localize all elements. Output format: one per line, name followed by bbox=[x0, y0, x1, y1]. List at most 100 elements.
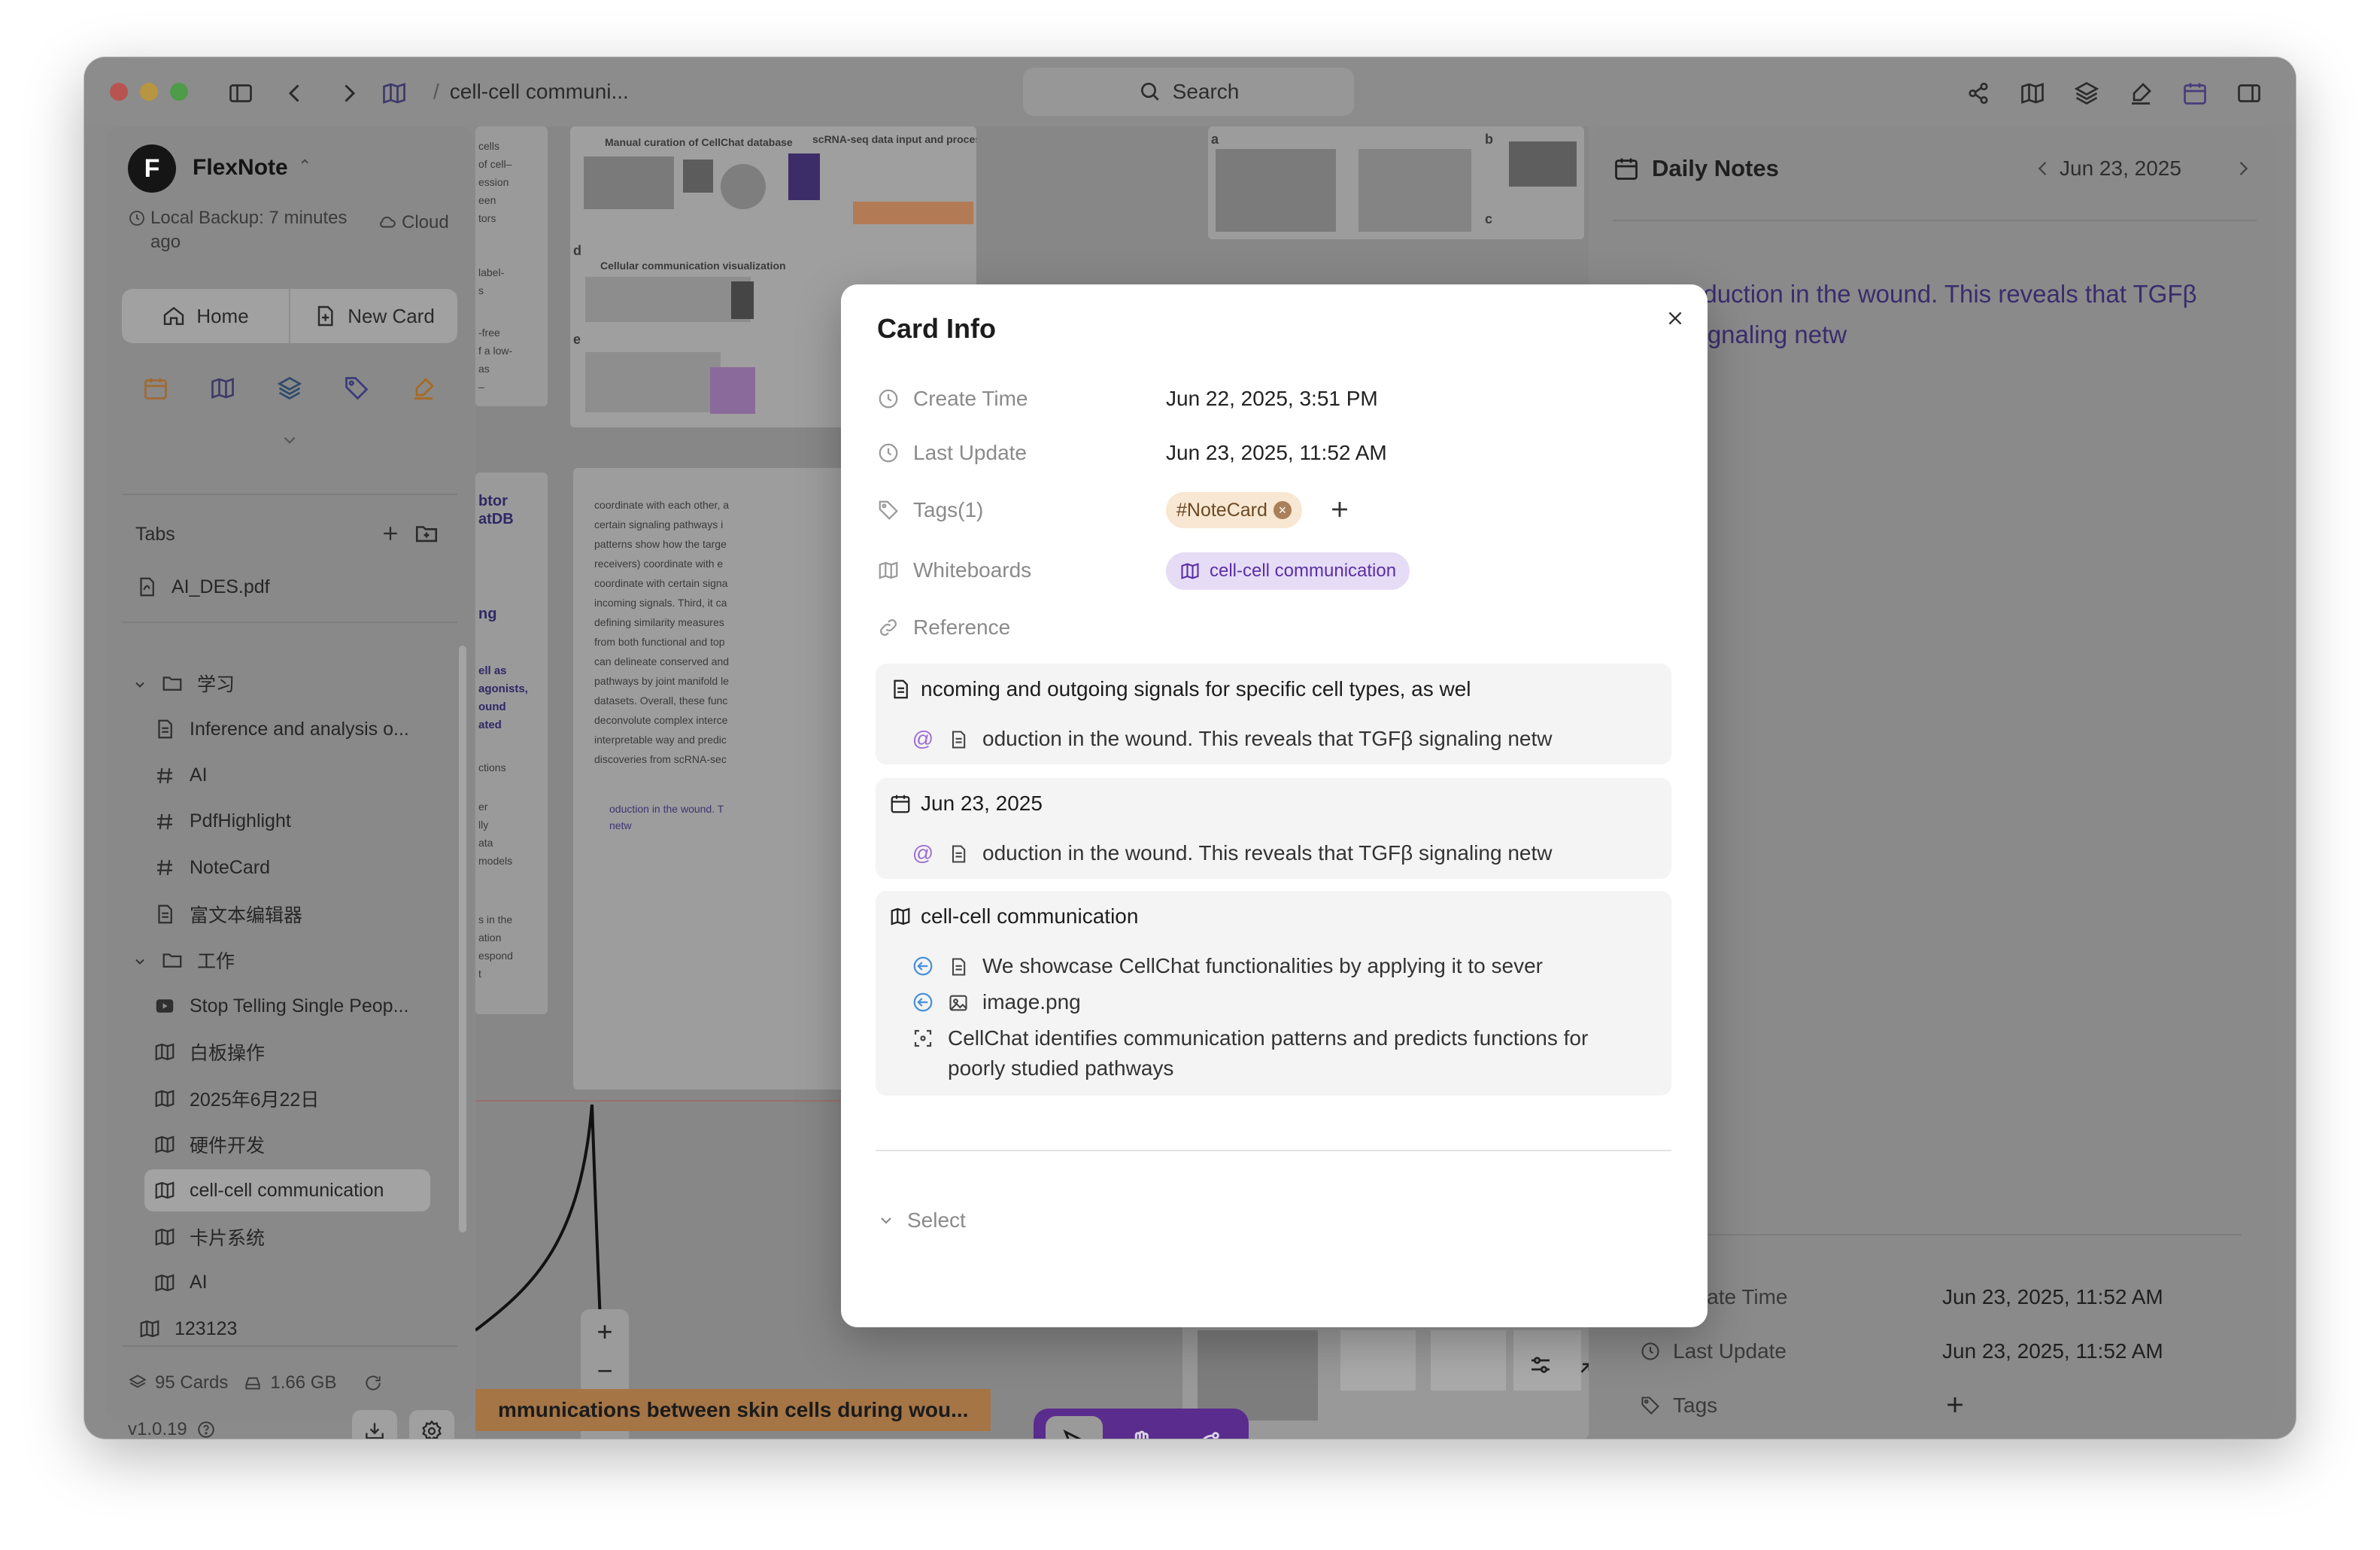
sidebar-tree-item[interactable]: 2025年6月22日 bbox=[153, 1077, 319, 1120]
sidebar-folder[interactable]: 学习 bbox=[132, 662, 235, 704]
right-panel-toggle-icon[interactable] bbox=[2236, 80, 2263, 107]
map-icon[interactable] bbox=[2019, 80, 2046, 107]
zoom-in-button[interactable]: + bbox=[591, 1316, 618, 1347]
zoom-out-button[interactable]: − bbox=[591, 1355, 618, 1386]
select-dropdown[interactable]: Select bbox=[877, 1208, 966, 1232]
canvas-text-card[interactable]: coordinate with each other, a certain sig… bbox=[573, 468, 852, 1090]
sidebar-tree-item[interactable]: 富文本编辑器 bbox=[153, 893, 302, 935]
tags-label-text: Tags(1) bbox=[913, 498, 984, 521]
whiteboards-label: Whiteboards bbox=[877, 558, 1031, 582]
chevron-down-icon[interactable] bbox=[132, 676, 147, 691]
canvas-side-text-line: btor bbox=[478, 493, 508, 509]
chevron-right-icon[interactable] bbox=[2233, 158, 2254, 179]
layers-icon[interactable] bbox=[276, 375, 303, 402]
breadcrumb: / cell-cell communi... bbox=[423, 80, 629, 104]
collapse-icon[interactable] bbox=[1578, 1348, 1589, 1375]
reference-item[interactable]: image.png bbox=[912, 987, 1081, 1017]
hand-tool-button[interactable] bbox=[1113, 1416, 1170, 1439]
add-tag-icon[interactable] bbox=[1327, 497, 1352, 522]
reference-group[interactable]: Jun 23, 2025 @ oduction in the wound. This… bbox=[876, 778, 1671, 879]
open-tab-item[interactable]: AI_DES.pdf bbox=[135, 566, 270, 608]
chevron-left-icon[interactable] bbox=[2032, 158, 2054, 179]
tag-icon bbox=[879, 500, 898, 520]
figure-network bbox=[1216, 149, 1336, 232]
figure-thumbnail-top-right[interactable]: a b c bbox=[1208, 126, 1584, 239]
create-time-value: Jun 22, 2025, 3:51 PM bbox=[1166, 387, 1378, 410]
cloud-status[interactable]: Cloud bbox=[378, 212, 449, 233]
breadcrumb-current[interactable]: cell-cell communi... bbox=[450, 80, 629, 103]
daily-note-link[interactable]: oduction in the wound. This reveals that… bbox=[1689, 274, 2246, 355]
close-dialog-button[interactable] bbox=[1661, 304, 1689, 333]
reference-group[interactable]: cell-cell communication We showcase CellC… bbox=[876, 891, 1671, 1096]
sidebar-tree-item[interactable]: AI bbox=[153, 755, 208, 797]
canvas-side-text-block: er lly ata models bbox=[478, 798, 512, 870]
canvas-text-line: datasets. Overall, these func bbox=[594, 694, 728, 707]
sidebar-tree-item[interactable]: NoteCard bbox=[153, 846, 270, 889]
sidebar-tree-item[interactable]: 卡片系统 bbox=[153, 1216, 265, 1258]
sidebar-folder[interactable]: 工作 bbox=[132, 939, 235, 981]
new-card-button[interactable]: New Card bbox=[290, 289, 457, 343]
home-button[interactable]: Home bbox=[122, 289, 290, 343]
reference-item[interactable]: CellChat identifies communication patter… bbox=[912, 1023, 1649, 1083]
sidebar-tree-label: 白板操作 bbox=[190, 1043, 266, 1065]
sidebar-tree-item[interactable]: PdfHighlight bbox=[153, 801, 291, 843]
reference-title[interactable]: Jun 23, 2025 bbox=[889, 792, 1043, 816]
reference-item[interactable]: @ oduction in the wound. This reveals tha… bbox=[912, 724, 1553, 754]
sidebar-toggle-icon[interactable] bbox=[227, 80, 254, 107]
whiteboard-chip[interactable]: cell-cell communication bbox=[1166, 552, 1410, 590]
help-icon[interactable] bbox=[196, 1420, 216, 1439]
highlighter-icon[interactable] bbox=[2127, 80, 2154, 107]
sidebar-tree-item[interactable]: AI bbox=[153, 1262, 208, 1304]
sidebar-tree-item[interactable]: 123123 bbox=[138, 1308, 237, 1350]
share-icon[interactable] bbox=[1965, 80, 1992, 107]
lock-button[interactable] bbox=[591, 1434, 618, 1439]
search-box[interactable]: Search bbox=[1023, 68, 1354, 116]
sidebar-scrollbar[interactable] bbox=[459, 646, 466, 1232]
sidebar-tree-item[interactable]: 白板操作 bbox=[153, 1031, 265, 1073]
clock-icon bbox=[1640, 1341, 1661, 1362]
add-tag-icon[interactable] bbox=[1942, 1392, 1968, 1418]
figure-block bbox=[584, 157, 674, 209]
tag-icon[interactable] bbox=[343, 375, 370, 402]
reference-item[interactable]: We showcase CellChat functionalities by … bbox=[912, 951, 1543, 981]
sidebar-tree-item[interactable]: cell-cell communication bbox=[144, 1169, 430, 1212]
layers-icon[interactable] bbox=[2073, 80, 2100, 107]
import-button[interactable] bbox=[352, 1410, 397, 1439]
reference-title[interactable]: cell-cell communication bbox=[889, 904, 1138, 928]
breadcrumb-separator: / bbox=[433, 80, 439, 103]
sidebar-tree-item[interactable]: Stop Telling Single Peop... bbox=[153, 985, 408, 1027]
remove-tag-icon[interactable]: × bbox=[1273, 501, 1292, 519]
property-label-text: Tags bbox=[1673, 1393, 1718, 1417]
reference-item[interactable]: @ oduction in the wound. This reveals tha… bbox=[912, 838, 1553, 868]
connector-tool-button[interactable] bbox=[1179, 1416, 1237, 1439]
close-window-button[interactable] bbox=[110, 83, 128, 101]
sliders-icon[interactable] bbox=[1527, 1351, 1554, 1378]
chevron-down-icon[interactable] bbox=[280, 430, 299, 450]
refresh-icon[interactable] bbox=[363, 1373, 383, 1393]
chevron-down-icon[interactable] bbox=[132, 953, 147, 968]
reference-title[interactable]: ncoming and outgoing signals for specifi… bbox=[889, 677, 1471, 701]
add-tab-icon[interactable] bbox=[379, 522, 402, 545]
whiteboard-map-icon bbox=[879, 561, 898, 579]
highlighter-icon[interactable] bbox=[410, 375, 437, 402]
calendar-icon[interactable] bbox=[142, 375, 169, 402]
tag-chip-notecard[interactable]: #NoteCard × bbox=[1166, 492, 1302, 528]
whiteboard-map-icon bbox=[381, 80, 408, 107]
calendar-icon[interactable] bbox=[2181, 80, 2208, 107]
minimize-window-button[interactable] bbox=[140, 83, 158, 101]
select-tool-button[interactable] bbox=[1046, 1416, 1103, 1439]
sidebar-tree-item[interactable]: Inference and analysis o... bbox=[153, 708, 409, 750]
canvas-card-title-banner[interactable]: mmunications between skin cells during w… bbox=[475, 1389, 991, 1431]
add-folder-icon[interactable] bbox=[414, 521, 439, 546]
close-icon bbox=[1668, 312, 1682, 325]
settings-button[interactable] bbox=[409, 1410, 454, 1439]
back-arrow-icon[interactable] bbox=[281, 80, 308, 107]
workspace-switch-icon[interactable]: ⌃ bbox=[298, 157, 311, 176]
maximize-window-button[interactable] bbox=[170, 83, 188, 101]
reference-group[interactable]: ncoming and outgoing signals for specifi… bbox=[876, 664, 1671, 764]
app-name[interactable]: FlexNote bbox=[193, 155, 288, 181]
whiteboard-map-icon[interactable] bbox=[209, 375, 236, 402]
sidebar-tree-item[interactable]: 硬件开发 bbox=[153, 1123, 265, 1166]
canvas-text-line: coordinate with each other, a bbox=[594, 499, 730, 511]
forward-arrow-icon[interactable] bbox=[335, 80, 363, 107]
